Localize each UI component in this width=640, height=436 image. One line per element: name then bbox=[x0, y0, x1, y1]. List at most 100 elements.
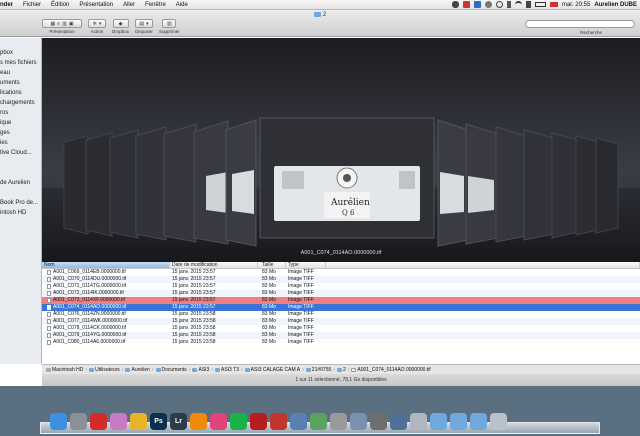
menubar-user[interactable]: Aurelien DUBE bbox=[594, 2, 637, 8]
column-header-type[interactable]: Type bbox=[286, 262, 326, 268]
battery-icon[interactable] bbox=[534, 2, 546, 7]
table-row[interactable]: A001_C078_0114CK.0000000.tif 15 janv. 201… bbox=[42, 325, 640, 332]
sidebar-item-images[interactable]: ges bbox=[0, 130, 10, 136]
column-view-icon[interactable]: ▥ bbox=[62, 21, 67, 27]
cloud-icon[interactable] bbox=[451, 1, 459, 8]
crumb-file[interactable]: A001_C074_0114AO.0000000.tif bbox=[351, 367, 431, 373]
cover-right-stack[interactable] bbox=[437, 119, 619, 247]
table-row-red-label[interactable]: A001_C073_0114XF.0000000.tif 15 janv. 201… bbox=[42, 297, 640, 304]
app-c-icon[interactable] bbox=[330, 413, 347, 430]
red-app-icon[interactable] bbox=[462, 1, 470, 8]
menu-aide[interactable]: Aide bbox=[171, 2, 193, 8]
sidebar-item-all-files[interactable]: s mes fichiers bbox=[0, 60, 37, 66]
bluetooth-icon[interactable] bbox=[506, 1, 511, 8]
sidebar-item-music[interactable]: ique bbox=[0, 120, 11, 126]
gear-icon[interactable] bbox=[484, 1, 492, 8]
media-icon[interactable] bbox=[270, 413, 287, 430]
menu-edition[interactable]: Édition bbox=[46, 2, 74, 8]
menubar-clock[interactable]: mar. 20:55 bbox=[562, 2, 590, 8]
crumb-21-0755[interactable]: 21#0755 bbox=[305, 367, 331, 373]
menu-presentation[interactable]: Présentation bbox=[74, 2, 118, 8]
dropbox-button[interactable]: ◆ bbox=[112, 19, 129, 28]
menu-app-name[interactable]: nder bbox=[0, 2, 18, 8]
cover-center[interactable]: Aurélien Q 6 bbox=[259, 117, 435, 239]
search-input[interactable] bbox=[525, 20, 635, 28]
cover-flow-images[interactable]: Aurélien Q 6 bbox=[42, 38, 640, 262]
crumb-asi3-calage[interactable]: ASI3 CALAGE CAM A bbox=[244, 367, 300, 373]
crumb-macintosh-hd[interactable]: Macintosh HD bbox=[46, 367, 83, 373]
action-button[interactable]: ✲ ▾ bbox=[88, 19, 106, 28]
table-row[interactable]: A001_C076_0114ZN.0000000.tif 15 janv. 201… bbox=[42, 311, 640, 318]
dock-icons: Ps Lr bbox=[50, 413, 507, 430]
photos-icon[interactable] bbox=[110, 413, 127, 430]
red-circle-icon[interactable] bbox=[250, 413, 267, 430]
sidebar-item-documents[interactable]: uments bbox=[0, 80, 20, 86]
chrome-icon[interactable] bbox=[130, 413, 147, 430]
crumb-asi3-t3[interactable]: ASI3 T3 bbox=[215, 367, 239, 373]
vlc-icon[interactable] bbox=[190, 413, 207, 430]
app-g-icon[interactable] bbox=[410, 413, 427, 430]
app-b-icon[interactable] bbox=[310, 413, 327, 430]
finder-icon[interactable] bbox=[50, 413, 67, 430]
sidebar-item-series[interactable]: ies bbox=[0, 140, 8, 146]
trash-icon[interactable] bbox=[490, 413, 507, 430]
sidebar-item-macintosh-hd[interactable]: intosh HD bbox=[0, 210, 26, 216]
folder-1-icon[interactable] bbox=[430, 413, 447, 430]
list-view-icon[interactable]: ≡ bbox=[57, 21, 60, 27]
sidebar-item-desktop[interactable]: eau bbox=[0, 70, 10, 76]
app-e-icon[interactable] bbox=[370, 413, 387, 430]
photoshop-icon[interactable]: Ps bbox=[150, 413, 167, 430]
column-header-size[interactable]: Taille bbox=[258, 262, 286, 268]
volume-icon[interactable] bbox=[525, 1, 531, 8]
flag-icon[interactable] bbox=[549, 2, 558, 7]
coverflow-view-icon[interactable]: ▣ bbox=[69, 21, 74, 27]
sidebar-item-macbook-pro[interactable]: Book Pro de... bbox=[0, 200, 38, 206]
crumb-asi3[interactable]: ASI3 bbox=[192, 367, 209, 373]
sidebar-item-dropbox[interactable]: pbox bbox=[0, 50, 13, 56]
folder-3-icon[interactable] bbox=[470, 413, 487, 430]
table-row[interactable]: A001_C069_0114EB.0000000.tif 15 janv. 201… bbox=[42, 269, 640, 276]
view-mode-buttons[interactable]: ▦ ≡ ▥ ▣ bbox=[42, 19, 82, 28]
folder-2-icon[interactable] bbox=[450, 413, 467, 430]
table-row[interactable]: A001_C079_0114YG.0000000.tif 15 janv. 201… bbox=[42, 332, 640, 339]
sidebar-item-applications[interactable]: lications bbox=[0, 90, 22, 96]
icon-view-icon[interactable]: ▦ bbox=[50, 21, 55, 27]
column-header-name[interactable]: Nom bbox=[42, 262, 170, 268]
folder-icon bbox=[215, 367, 220, 372]
menu-aller[interactable]: Aller bbox=[118, 2, 140, 8]
sidebar: pbox s mes fichiers eau uments lications… bbox=[0, 38, 42, 364]
table-row[interactable]: A001_C077_0114WK.0000000.tif 15 janv. 201… bbox=[42, 318, 640, 325]
crumb-aurelien[interactable]: Aurelien bbox=[125, 367, 150, 373]
sidebar-item-device-aurelien[interactable]: de Aurelien bbox=[0, 180, 30, 186]
cover-left-stack[interactable] bbox=[63, 119, 257, 247]
sidebar-item-creative-cloud[interactable]: tive Cloud... bbox=[0, 150, 32, 156]
cover-flow-view[interactable]: Aurélien Q 6 A001_C074_0114AO.0000000.ti… bbox=[42, 38, 640, 262]
compass-icon[interactable] bbox=[70, 413, 87, 430]
menu-fichier[interactable]: Fichier bbox=[18, 2, 46, 8]
app-d-icon[interactable] bbox=[350, 413, 367, 430]
path-bar: Macintosh HD › Utilisateurs › Aurelien › Do… bbox=[42, 364, 640, 374]
app-a-icon[interactable] bbox=[290, 413, 307, 430]
menu-fenetre[interactable]: Fenêtre bbox=[140, 2, 171, 8]
sidebar-item-movies[interactable]: ros bbox=[0, 110, 8, 116]
dropbox-icon[interactable] bbox=[473, 1, 481, 8]
wifi-icon[interactable] bbox=[514, 1, 522, 8]
arrange-button[interactable]: ▤ ▾ bbox=[135, 19, 154, 28]
spotify-icon[interactable] bbox=[230, 413, 247, 430]
crumb-documents[interactable]: Documents bbox=[155, 367, 187, 373]
crumb-utilisateurs[interactable]: Utilisateurs bbox=[89, 367, 120, 373]
crumb-2[interactable]: 2 bbox=[336, 367, 346, 373]
itunes-icon[interactable] bbox=[210, 413, 227, 430]
red-app-icon[interactable] bbox=[90, 413, 107, 430]
table-row-selected[interactable]: A001_C074_0114AO.0000000.tif 15 janv. 201… bbox=[42, 304, 640, 311]
table-row[interactable]: A001_C071_0114TG.0000000.tif 15 janv. 201… bbox=[42, 283, 640, 290]
table-row[interactable]: A001_C072_0114IK.0000000.tif 15 janv. 201… bbox=[42, 290, 640, 297]
app-f-icon[interactable] bbox=[390, 413, 407, 430]
clock-icon[interactable] bbox=[495, 1, 503, 8]
sidebar-item-downloads[interactable]: chargements bbox=[0, 100, 35, 106]
delete-button[interactable]: ▥ bbox=[162, 19, 177, 28]
table-row[interactable]: A001_C070_0114DU.0000000.tif 15 janv. 201… bbox=[42, 276, 640, 283]
lightroom-icon[interactable]: Lr bbox=[170, 413, 187, 430]
column-header-date[interactable]: Date de modification bbox=[170, 262, 258, 268]
table-row[interactable]: A001_C080_0114A6.0000000.tif 15 janv. 201… bbox=[42, 339, 640, 346]
